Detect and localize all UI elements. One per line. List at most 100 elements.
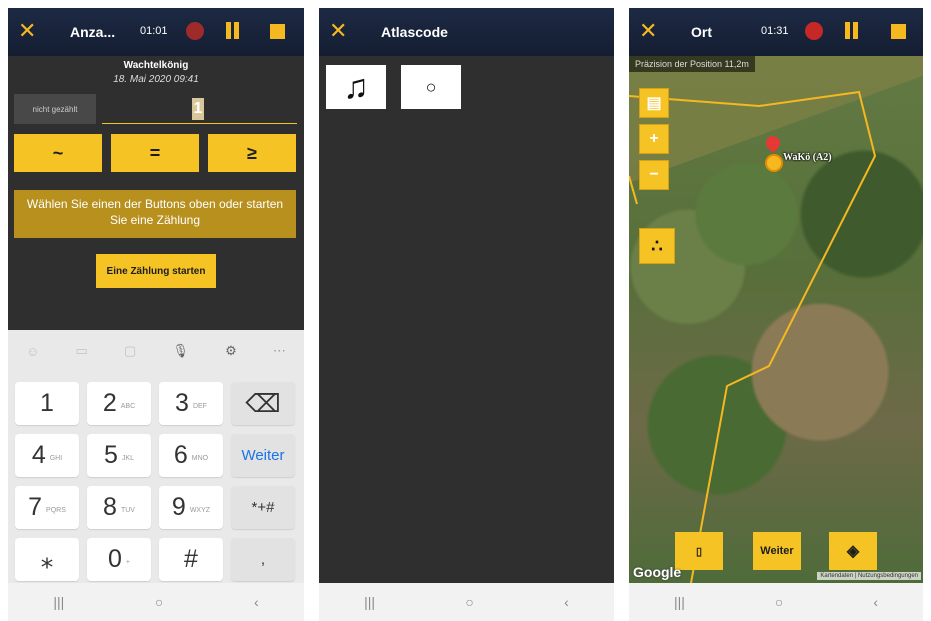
gif-icon[interactable]: ▢ [124, 343, 136, 359]
home-icon[interactable]: ○ [465, 594, 473, 610]
key-digit: 6 [173, 441, 188, 469]
key-letters: PQRS [46, 507, 66, 514]
zoom-in-button[interactable]: + [639, 124, 669, 154]
home-icon[interactable]: ○ [775, 594, 783, 610]
key-10[interactable]: 9 WXYZ [159, 486, 223, 529]
top-bar: ✕ Ort 01:31 [629, 8, 923, 56]
back-icon[interactable]: ‹ [564, 594, 569, 610]
key-digit: 7 [28, 493, 43, 521]
greater-equal-button[interactable]: ≥ [208, 134, 296, 172]
close-icon[interactable]: ✕ [329, 18, 347, 44]
system-nav-bar: ||| ○ ‹ [319, 583, 614, 621]
key-11[interactable]: *+# [231, 486, 295, 529]
record-icon[interactable] [186, 22, 204, 40]
close-icon[interactable]: ✕ [18, 18, 36, 44]
timer: 01:01 [140, 25, 168, 37]
location-dot [765, 154, 783, 172]
key-digit: 9 [171, 493, 186, 521]
key-letters: WXYZ [189, 507, 211, 514]
key-4[interactable]: 4 GHI [15, 434, 79, 477]
species-name: Wachtelkönig [123, 60, 189, 71]
pause-icon[interactable] [226, 22, 240, 39]
position-precision: Präzision der Position 11,2m [629, 56, 755, 72]
hint-message: Wählen Sie einen der Buttons oben oder s… [14, 190, 296, 238]
key-12[interactable]: ⁎ [15, 538, 79, 581]
atlascode-screen: ✕ Atlascode ♫ ○ ||| ○ ‹ [319, 8, 614, 621]
approx-button[interactable]: ~ [14, 134, 102, 172]
count-screen: ✕ Anza... 01:01 Wachtelkönig 18. Mai 202… [8, 8, 304, 621]
key-digit: 5 [104, 441, 118, 469]
screen-title: Anza... [70, 24, 116, 40]
key-3[interactable]: ⌫ [231, 382, 295, 425]
gear-icon[interactable]: ⚙ [225, 343, 237, 359]
recents-icon[interactable]: ||| [674, 594, 685, 610]
key-7[interactable]: Weiter [231, 434, 295, 477]
key-digit: 3 [175, 389, 189, 417]
key-15[interactable]: , [231, 538, 295, 581]
stop-icon[interactable] [270, 24, 285, 39]
home-icon[interactable]: ○ [155, 594, 163, 610]
date-time: 18. Mai 2020 09:41 [113, 74, 199, 85]
start-count-button[interactable]: Eine Zählung starten [96, 254, 216, 288]
weiter-button[interactable]: Weiter [753, 532, 801, 570]
my-location-icon[interactable]: ◈ [829, 532, 877, 570]
key-digit: # [184, 545, 198, 573]
music-note-tile[interactable]: ♫ [326, 65, 386, 109]
map-attribution[interactable]: Kartendaten | Nutzungsbedingungen [817, 572, 921, 580]
record-icon[interactable] [805, 22, 823, 40]
top-bar: ✕ Atlascode [319, 8, 614, 56]
dots-icon[interactable]: ∴ [639, 228, 675, 264]
count-input[interactable]: 1 [102, 94, 297, 124]
key-9[interactable]: 8 TUV [87, 486, 151, 529]
layers-icon[interactable]: ▤ [639, 88, 669, 118]
key-8[interactable]: 7 PQRS [15, 486, 79, 529]
numeric-keyboard: ☺ ▭ ▢ 🎙 ⚙ ⋯ 1 2 ABC 3 DEF ⌫ 4 GHI 5 JKL 6 MNO Weiter… [8, 330, 304, 583]
not-counted-button[interactable]: nicht gezählt [14, 94, 96, 124]
key-digit: Weiter [241, 447, 285, 464]
key-1[interactable]: 2 ABC [87, 382, 151, 425]
stop-icon[interactable] [891, 24, 906, 39]
key-digit: ⌫ [245, 389, 281, 418]
key-digit: 2 [102, 389, 117, 417]
key-14[interactable]: # [159, 538, 223, 581]
key-digit: , [260, 551, 266, 568]
sticker-icon[interactable]: ▭ [76, 343, 88, 359]
key-2[interactable]: 3 DEF [159, 382, 223, 425]
recents-icon[interactable]: ||| [364, 594, 375, 610]
screen-title: Atlascode [381, 24, 448, 40]
area-boundary [629, 90, 877, 583]
pause-icon[interactable] [845, 22, 859, 39]
microphone-icon[interactable]: 🎙 [172, 343, 189, 359]
timer: 01:31 [761, 25, 789, 37]
satellite-map[interactable]: Präzision der Position 11,2m ▤ + − ∴ WaK… [629, 56, 923, 583]
equal-button[interactable]: = [111, 134, 199, 172]
recents-icon[interactable]: ||| [53, 594, 64, 610]
key-digit: 4 [31, 441, 46, 469]
top-bar: ✕ Anza... 01:01 [8, 8, 304, 56]
keyboard-toolbar: ☺ ▭ ▢ 🎙 ⚙ ⋯ [8, 330, 304, 372]
phone-icon[interactable]: ▯ [675, 532, 723, 570]
marker-label: WaKö (A2) [783, 152, 832, 163]
zoom-out-button[interactable]: − [639, 160, 669, 190]
key-letters: GHI [49, 455, 63, 462]
close-icon[interactable]: ✕ [639, 18, 657, 44]
key-letters: ABC [120, 403, 136, 410]
google-logo: Google [633, 564, 682, 580]
circle-tile[interactable]: ○ [401, 65, 461, 109]
key-digit: 1 [40, 389, 54, 417]
key-letters: JKL [121, 455, 134, 462]
key-letters: MNO [191, 455, 209, 462]
back-icon[interactable]: ‹ [254, 594, 259, 610]
key-13[interactable]: 0 + [87, 538, 151, 581]
key-digit: 0 [108, 545, 122, 573]
system-nav-bar: ||| ○ ‹ [8, 583, 304, 621]
key-letters: + [125, 559, 130, 566]
key-5[interactable]: 5 JKL [87, 434, 151, 477]
emoji-icon[interactable]: ☺ [26, 344, 39, 359]
more-icon[interactable]: ⋯ [273, 343, 286, 359]
key-0[interactable]: 1 [15, 382, 79, 425]
back-icon[interactable]: ‹ [873, 594, 878, 610]
location-screen: ✕ Ort 01:31 Präzision der Position 11,2m… [629, 8, 923, 621]
key-digit: *+# [251, 499, 275, 516]
key-6[interactable]: 6 MNO [159, 434, 223, 477]
